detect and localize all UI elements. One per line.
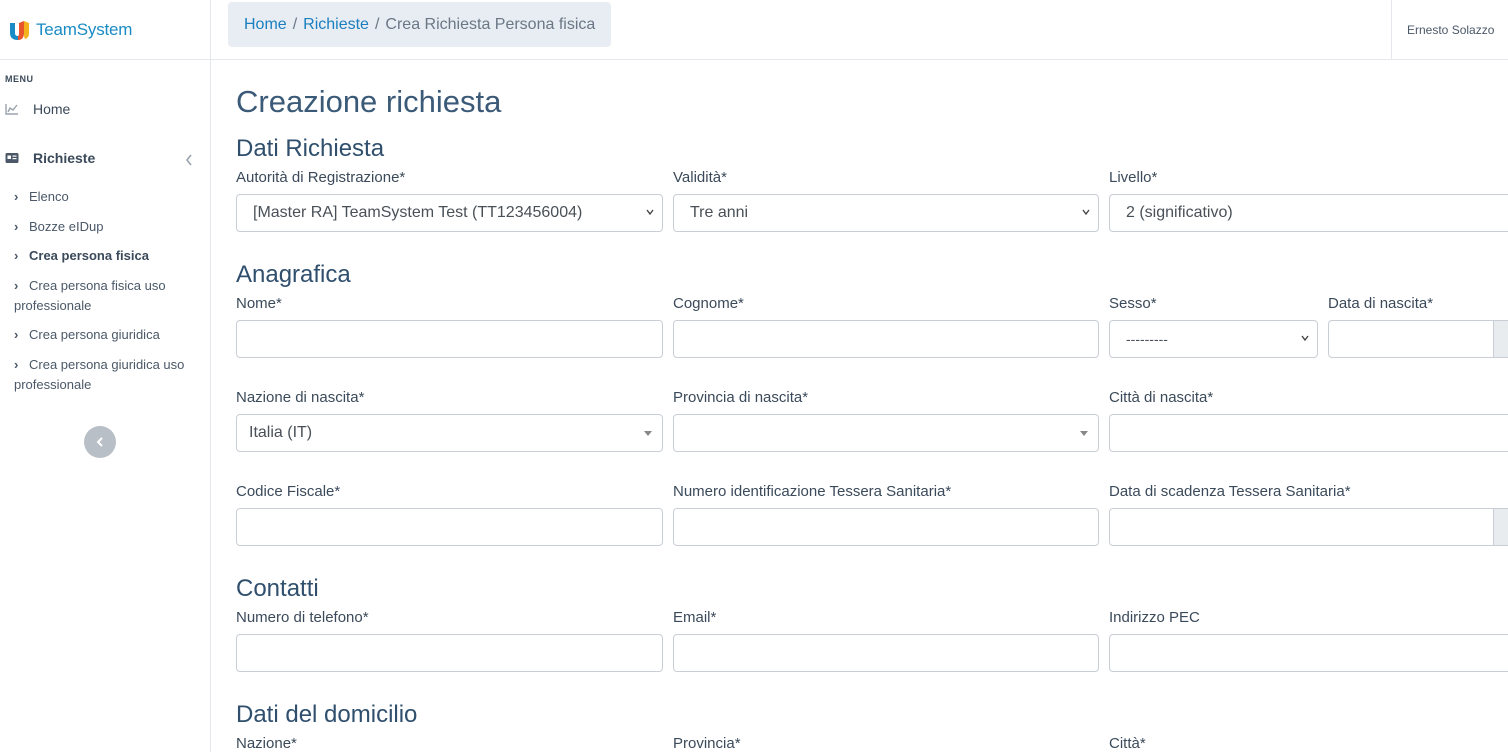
breadcrumb-separator: / xyxy=(292,15,298,33)
tessera-numero-label: Numero identificazione Tessera Sanitaria… xyxy=(673,483,952,500)
sesso-label: Sesso* xyxy=(1109,295,1157,312)
section-title-anagrafica: Anagrafica xyxy=(236,261,351,288)
sidebar-subitem-elenco[interactable]: › Elenco xyxy=(14,187,194,207)
autorita-label: Autorità di Registrazione* xyxy=(236,169,406,186)
codice-fiscale-input[interactable] xyxy=(236,508,663,546)
domicilio-provincia-label: Provincia* xyxy=(673,735,741,752)
provincia-nascita-label: Provincia di nascita* xyxy=(673,389,809,406)
livello-select[interactable]: 2 (significativo) xyxy=(1109,194,1508,232)
breadcrumb: Home / Richieste / Crea Richiesta Person… xyxy=(228,2,612,47)
sidebar-item-richieste[interactable]: Richieste xyxy=(5,150,193,166)
menu-label: MENU xyxy=(5,74,34,84)
topbar: Home / Richieste / Crea Richiesta Person… xyxy=(211,0,1508,60)
section-title-dati-richiesta: Dati Richiesta xyxy=(236,135,385,162)
citta-nascita-input[interactable] xyxy=(1109,414,1508,452)
cognome-label: Cognome* xyxy=(673,295,744,312)
cognome-input[interactable] xyxy=(673,320,1099,358)
breadcrumb-home[interactable]: Home xyxy=(244,16,287,34)
sidebar-subitem-bozze[interactable]: › Bozze eIDup xyxy=(14,217,194,237)
chevron-right-icon: › xyxy=(14,357,19,372)
chart-icon xyxy=(5,104,18,115)
provincia-nascita-select[interactable] xyxy=(673,414,1099,452)
livello-label: Livello* xyxy=(1109,169,1158,186)
chevron-right-icon: › xyxy=(14,327,19,342)
chevron-right-icon: › xyxy=(14,189,19,204)
teamsystem-logo-icon xyxy=(10,20,29,40)
pec-label: Indirizzo PEC xyxy=(1109,609,1200,626)
nome-input[interactable] xyxy=(236,320,663,358)
pec-input[interactable] xyxy=(1109,634,1508,672)
section-title-contatti: Contatti xyxy=(236,575,319,602)
chevron-down-icon xyxy=(1301,335,1309,342)
chevron-right-icon: › xyxy=(14,248,19,263)
sidebar-subitem-crea-persona-fisica-prof[interactable]: › Crea persona fisica uso professionale xyxy=(14,276,194,316)
sidebar-collapse-button[interactable] xyxy=(84,426,116,458)
chevron-right-icon: › xyxy=(14,219,19,234)
sidebar-item-home[interactable]: Home xyxy=(5,101,70,117)
nazione-nascita-select[interactable]: Italia (IT) xyxy=(236,414,663,452)
caret-down-icon xyxy=(644,431,652,436)
validita-select[interactable]: Tre anni xyxy=(673,194,1099,232)
breadcrumb-richieste[interactable]: Richieste xyxy=(303,16,369,34)
telefono-label: Numero di telefono* xyxy=(236,609,369,626)
page-title: Creazione richiesta xyxy=(236,84,502,119)
id-card-icon xyxy=(5,153,19,163)
email-input[interactable] xyxy=(673,634,1099,672)
validita-label: Validità* xyxy=(673,169,727,186)
tessera-numero-input[interactable] xyxy=(673,508,1099,546)
citta-nascita-label: Città di nascita* xyxy=(1109,389,1214,406)
caret-down-icon xyxy=(1080,431,1088,436)
email-label: Email* xyxy=(673,609,717,626)
sidebar-subitem-crea-persona-giuridica-prof[interactable]: › Crea persona giuridica uso professional… xyxy=(14,355,194,395)
sesso-select[interactable]: --------- xyxy=(1109,320,1318,358)
section-title-domicilio: Dati del domicilio xyxy=(236,701,418,728)
chevron-left-icon xyxy=(96,437,103,447)
nome-label: Nome* xyxy=(236,295,282,312)
chevron-left-icon[interactable] xyxy=(185,154,193,166)
telefono-input[interactable] xyxy=(236,634,663,672)
brand-name: TeamSystem xyxy=(36,19,133,39)
sidebar: TeamSystem MENU Home Richieste › Elenco ›… xyxy=(0,0,211,752)
chevron-down-icon xyxy=(1082,209,1090,216)
tessera-scadenza-label: Data di scadenza Tessera Sanitaria* xyxy=(1109,483,1351,500)
sidebar-item-richieste-label: Richieste xyxy=(33,150,96,166)
breadcrumb-current: Crea Richiesta Persona fisica xyxy=(385,15,596,33)
chevron-right-icon: › xyxy=(14,278,19,293)
sidebar-subitem-crea-persona-giuridica[interactable]: › Crea persona giuridica xyxy=(14,325,194,345)
data-nascita-label: Data di nascita* xyxy=(1328,295,1434,312)
sidebar-item-home-label: Home xyxy=(33,101,71,117)
chevron-down-icon xyxy=(646,209,654,216)
data-nascita-input[interactable] xyxy=(1328,320,1494,358)
tessera-scadenza-input[interactable] xyxy=(1109,508,1494,546)
brand[interactable]: TeamSystem xyxy=(0,0,210,60)
user-menu[interactable]: Ernesto Solazzo xyxy=(1391,0,1508,60)
nazione-nascita-label: Nazione di nascita* xyxy=(236,389,365,406)
sidebar-subitem-crea-persona-fisica[interactable]: › Crea persona fisica xyxy=(14,246,194,266)
user-name: Ernesto Solazzo xyxy=(1407,23,1495,37)
codice-fiscale-label: Codice Fiscale* xyxy=(236,483,341,500)
autorita-select[interactable]: [Master RA] TeamSystem Test (TT123456004… xyxy=(236,194,663,232)
domicilio-nazione-label: Nazione* xyxy=(236,735,297,752)
breadcrumb-separator: / xyxy=(374,15,380,33)
domicilio-citta-label: Città* xyxy=(1109,735,1146,752)
calendar-icon[interactable] xyxy=(1493,320,1508,358)
calendar-icon[interactable] xyxy=(1493,508,1508,546)
